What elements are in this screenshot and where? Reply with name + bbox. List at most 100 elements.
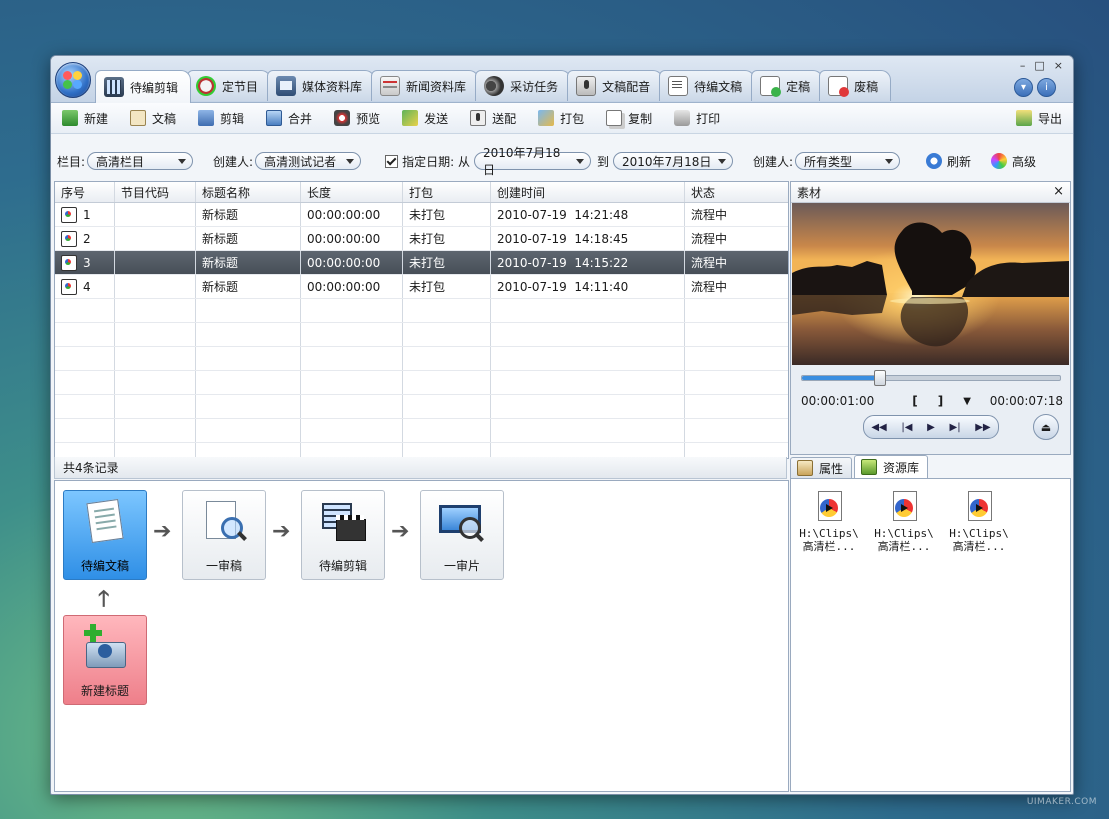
rewind-button[interactable]: ◀◀ <box>871 422 886 433</box>
advanced-button[interactable]: 高级 <box>991 153 1036 170</box>
empty-row <box>55 371 788 395</box>
tab-discarded-draft[interactable]: 废稿 <box>819 70 892 101</box>
creator-select[interactable]: 高清测试记者 <box>255 152 362 170</box>
empty-row <box>55 323 788 347</box>
new-button[interactable]: 新建 <box>51 105 119 131</box>
header-package[interactable]: 打包 <box>403 182 491 202</box>
header-program-code[interactable]: 节目代码 <box>115 182 196 202</box>
row-package: 未打包 <box>403 227 491 250</box>
mark-out-button[interactable]: ] <box>938 394 943 408</box>
eject-button[interactable]: ⏏ <box>1033 414 1059 440</box>
date-filter-checkbox[interactable] <box>385 154 399 168</box>
row-length: 00:00:00:00 <box>301 227 403 250</box>
tab-program[interactable]: 定节目 <box>187 70 272 101</box>
table-row[interactable]: 2 新标题 00:00:00:00 未打包 2010-07-19 14:18:4… <box>55 227 788 251</box>
type-select[interactable]: 所有类型 <box>795 152 901 170</box>
tab-media-library[interactable]: 媒体资料库 <box>267 70 376 101</box>
header-index[interactable]: 序号 <box>55 182 115 202</box>
tab-pending-script[interactable]: 待编文稿 <box>659 70 756 101</box>
marker-icon[interactable]: ▼ <box>963 396 971 407</box>
type-creator-label: 创建人: <box>752 154 794 169</box>
refresh-button[interactable]: 刷新 <box>926 153 971 170</box>
print-button[interactable]: 打印 <box>663 105 731 131</box>
row-code <box>115 227 196 250</box>
next-frame-button[interactable]: ▶| <box>950 422 961 433</box>
merge-button[interactable]: 合并 <box>255 105 323 131</box>
playback-slider-handle[interactable] <box>874 370 887 386</box>
tab-interview-task[interactable]: 采访任务 <box>475 70 572 101</box>
send-icon <box>402 110 419 126</box>
workflow-node-first-review-film[interactable]: 一审片 <box>420 490 504 580</box>
material-close-button[interactable]: × <box>1053 184 1064 199</box>
tab-pending-edit[interactable]: 待编剪辑 <box>95 70 192 103</box>
row-title: 新标题 <box>196 227 301 250</box>
export-button[interactable]: 导出 <box>1005 105 1073 131</box>
row-package: 未打包 <box>403 275 491 298</box>
script-document-icon <box>82 498 128 545</box>
preview-button[interactable]: 预览 <box>323 105 391 131</box>
row-created: 2010-07-19 14:18:45 <box>491 227 685 250</box>
dub-button[interactable]: 送配 <box>459 105 527 131</box>
close-button[interactable]: × <box>1054 59 1063 72</box>
tab-script-dubbing[interactable]: 文稿配音 <box>567 70 664 101</box>
table-row[interactable]: 4 新标题 00:00:00:00 未打包 2010-07-19 14:11:4… <box>55 275 788 299</box>
row-created: 2010-07-19 14:15:22 <box>491 251 685 274</box>
playback-slider[interactable] <box>801 370 1061 386</box>
copy-icon <box>606 110 623 126</box>
asset-item[interactable]: H:\Clips\ 高清栏... <box>794 491 864 553</box>
review-magnifier-icon <box>201 499 247 545</box>
media-file-icon <box>815 491 843 521</box>
row-code <box>115 251 196 274</box>
app-menu-orb-icon[interactable] <box>55 62 91 98</box>
filter-bar: 栏目: 高清栏目 创建人: 高清测试记者 指定日期: 从 2010年7月18日 … <box>51 146 1073 177</box>
row-status: 流程中 <box>691 232 728 246</box>
sunset-lake-image <box>792 203 1069 365</box>
header-status[interactable]: 状态 <box>685 182 788 202</box>
header-length[interactable]: 长度 <box>301 182 403 202</box>
tab-final-draft[interactable]: 定稿 <box>751 70 824 101</box>
info-icon[interactable]: i <box>1037 78 1056 97</box>
edit-button[interactable]: 剪辑 <box>187 105 255 131</box>
tab-properties[interactable]: 属性 <box>790 457 853 478</box>
record-count: 共4条记录 <box>63 461 119 475</box>
script-button[interactable]: 文稿 <box>119 105 187 131</box>
table-row-selected[interactable]: 3 新标题 00:00:00:00 未打包 2010-07-19 14:15:2… <box>55 251 788 275</box>
table-row[interactable]: 1 新标题 00:00:00:00 未打包 2010-07-19 14:21:4… <box>55 203 788 227</box>
chevron-down-icon <box>178 158 187 164</box>
package-button[interactable]: 打包 <box>527 105 595 131</box>
fast-forward-button[interactable]: ▶▶ <box>975 422 990 433</box>
final-draft-icon <box>760 76 782 97</box>
copy-button[interactable]: 复制 <box>595 105 663 131</box>
dropdown-menu-icon[interactable]: ▾ <box>1014 78 1033 97</box>
workflow-node-pending-edit[interactable]: 待编剪辑 <box>301 490 385 580</box>
arrow-right-icon: ➔ <box>272 519 291 544</box>
workflow-node-new-title[interactable]: 新建标题 <box>63 615 147 705</box>
material-panel: 素材 × 00:00:01:00 [] ▼ 00:00:07:18 ◀◀ |◀… <box>790 181 1071 455</box>
row-length: 00:00:00:00 <box>301 203 403 226</box>
workflow-node-first-review-script[interactable]: 一审稿 <box>182 490 266 580</box>
date-from-picker[interactable]: 2010年7月18日 <box>473 146 591 177</box>
voice-over-icon <box>576 76 597 96</box>
prev-frame-button[interactable]: |◀ <box>901 422 912 433</box>
header-title[interactable]: 标题名称 <box>196 182 301 202</box>
media-file-icon <box>890 491 918 521</box>
row-length: 00:00:00:00 <box>301 251 403 274</box>
mark-in-button[interactable]: [ <box>912 394 917 408</box>
workflow-node-pending-script[interactable]: 待编文稿 <box>63 490 147 580</box>
row-title: 新标题 <box>196 251 301 274</box>
clip-icon <box>61 230 77 247</box>
table-header: 序号 节目代码 标题名称 长度 打包 创建时间 状态 <box>55 182 788 203</box>
date-to-picker[interactable]: 2010年7月18日 <box>612 152 733 170</box>
asset-item[interactable]: H:\Clips\ 高清栏... <box>869 491 939 553</box>
maximize-button[interactable]: □ <box>1034 59 1044 72</box>
tab-news-library[interactable]: 新闻资料库 <box>371 70 480 101</box>
play-button[interactable]: ▶ <box>927 422 935 433</box>
minimize-button[interactable]: – <box>1020 59 1026 72</box>
column-select[interactable]: 高清栏目 <box>87 152 194 170</box>
header-created-time[interactable]: 创建时间 <box>491 182 685 202</box>
discard-draft-icon <box>828 76 850 97</box>
material-header: 素材 × <box>791 182 1070 203</box>
asset-item[interactable]: H:\Clips\ 高清栏... <box>944 491 1014 553</box>
tab-resource-library[interactable]: 资源库 <box>854 455 929 478</box>
send-button[interactable]: 发送 <box>391 105 459 131</box>
